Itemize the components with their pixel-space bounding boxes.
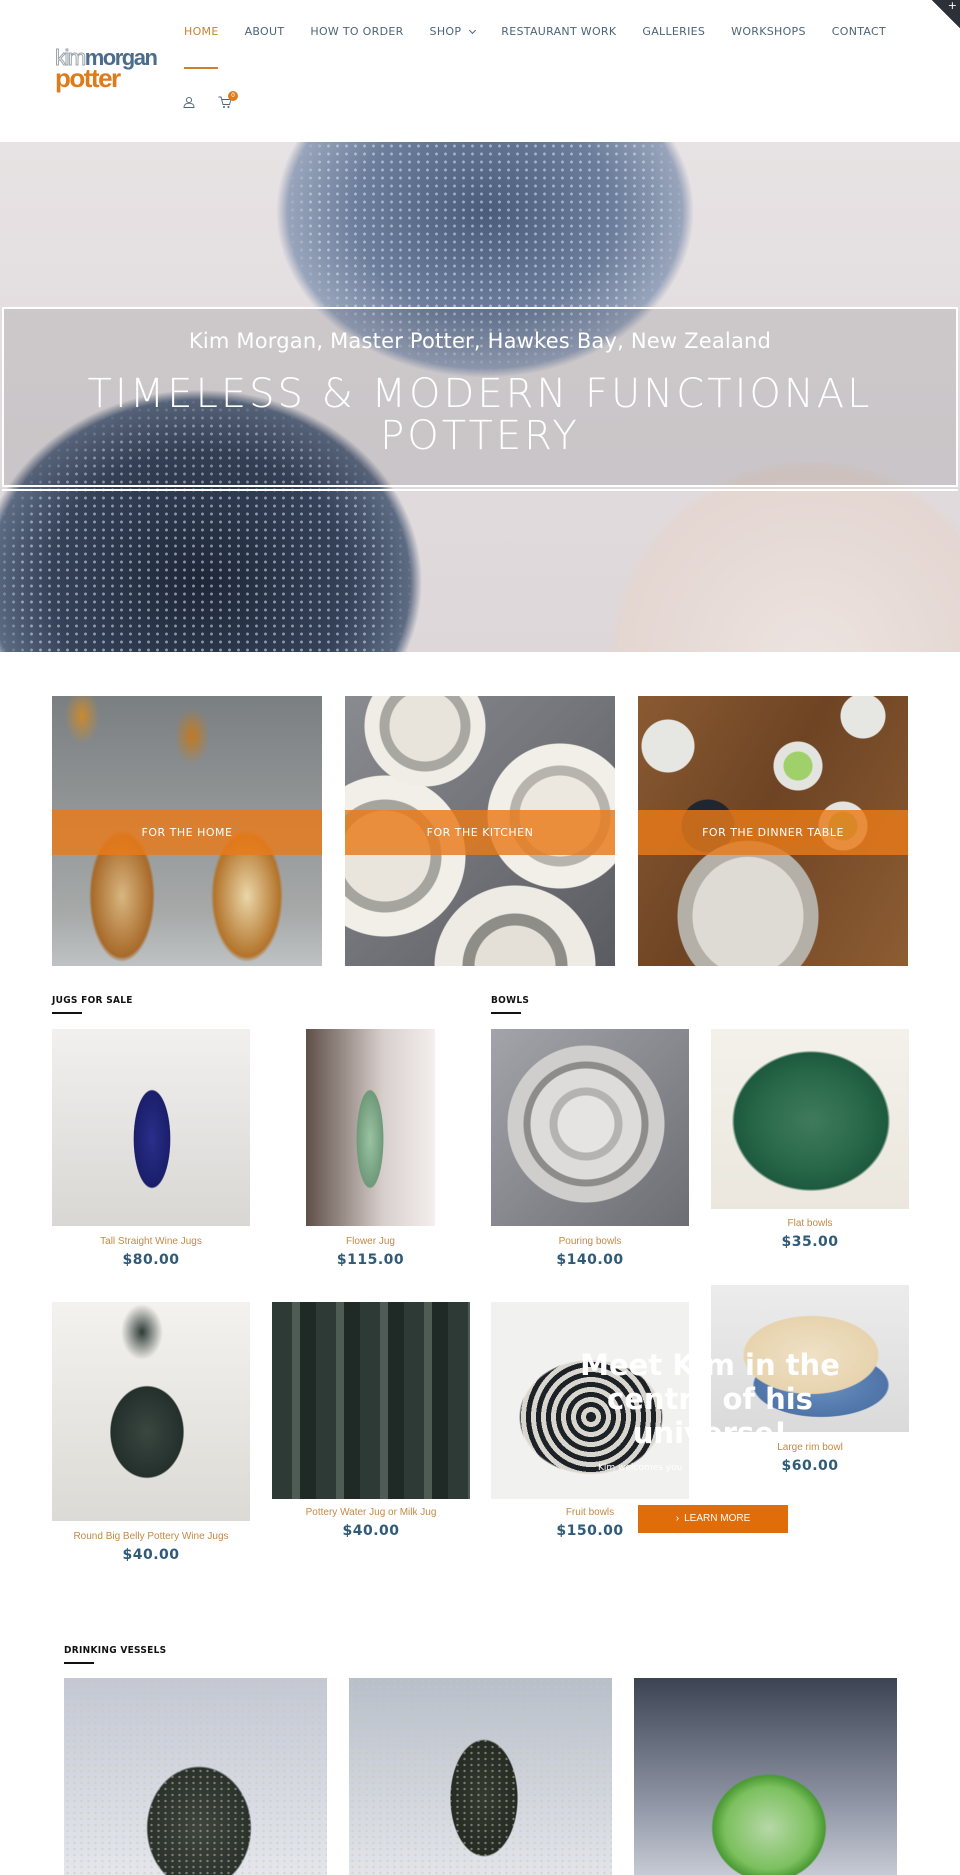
- product-price: $40.00: [122, 1547, 180, 1563]
- site-logo[interactable]: kimmorgan potter: [55, 46, 175, 93]
- nav-galleries[interactable]: GALLERIES: [642, 25, 705, 38]
- drinking-vessels-heading: DRINKING VESSELS: [64, 1645, 167, 1664]
- product-card[interactable]: Round Big Belly Pottery Wine Jugs $40.00: [52, 1302, 250, 1567]
- jugs-section-heading: JUGS FOR SALE: [52, 995, 133, 1014]
- hero-banner: Kim Morgan, Master Potter, Hawkes Bay, N…: [0, 142, 960, 652]
- promo-subtitle: Kim welcomes you: [598, 1463, 683, 1473]
- product-price: $140.00: [556, 1252, 624, 1268]
- product-card[interactable]: Pouring bowls $140.00: [491, 1029, 689, 1269]
- product-price: $115.00: [336, 1252, 405, 1268]
- active-nav-underline: [184, 67, 218, 69]
- product-card[interactable]: Tall Straight Wine Jugs $80.00: [52, 1029, 250, 1269]
- category-for-the-kitchen[interactable]: FOR THE KITCHEN: [345, 696, 615, 966]
- plus-icon: +: [947, 0, 957, 12]
- product-name[interactable]: Pouring bowls: [491, 1236, 689, 1247]
- nav-how-to-order[interactable]: HOW TO ORDER: [310, 25, 403, 38]
- product-name[interactable]: Flower Jug: [306, 1236, 435, 1247]
- chevron-right-icon: ›: [675, 1513, 680, 1524]
- product-image[interactable]: [306, 1029, 435, 1226]
- nav-workshops[interactable]: WORKSHOPS: [731, 25, 806, 38]
- promo-title: Meet Kim in the centre of his universe!: [580, 1348, 840, 1444]
- cart-count-badge: 0: [228, 91, 238, 101]
- product-name[interactable]: Round Big Belly Pottery Wine Jugs: [52, 1531, 250, 1542]
- product-price: $35.00: [781, 1234, 839, 1250]
- product-image[interactable]: [491, 1029, 689, 1226]
- product-card[interactable]: Flower Jug $115.00: [306, 1029, 435, 1269]
- product-price: $60.00: [781, 1458, 839, 1474]
- product-image[interactable]: [64, 1678, 327, 1875]
- nav-shop[interactable]: SHOP: [429, 25, 477, 38]
- nav-contact[interactable]: CONTACT: [832, 25, 886, 38]
- learn-more-button[interactable]: › LEARN MORE: [638, 1505, 788, 1533]
- product-price: $40.00: [342, 1523, 400, 1539]
- hero-subtitle: Kim Morgan, Master Potter, Hawkes Bay, N…: [188, 329, 772, 353]
- main-nav: HOME ABOUT HOW TO ORDER SHOP RESTAURANT …: [184, 25, 912, 38]
- learn-more-label: LEARN MORE: [684, 1513, 751, 1524]
- product-card[interactable]: Flat bowls $35.00: [711, 1029, 909, 1251]
- site-header: kimmorgan potter HOME ABOUT HOW TO ORDER…: [0, 0, 960, 142]
- category-for-the-dinner-table[interactable]: FOR THE DINNER TABLE: [638, 696, 908, 966]
- user-icon[interactable]: [183, 96, 195, 108]
- product-image[interactable]: [349, 1678, 612, 1875]
- nav-shop-label: SHOP: [429, 25, 462, 38]
- hero-title: TIMELESS & MODERN FUNCTIONAL POTTERY: [87, 371, 873, 459]
- product-name[interactable]: Flat bowls: [711, 1218, 909, 1229]
- product-image[interactable]: [634, 1678, 897, 1875]
- category-for-the-home[interactable]: FOR THE HOME: [52, 696, 322, 966]
- category-label: FOR THE HOME: [52, 810, 322, 855]
- product-image[interactable]: [52, 1029, 250, 1226]
- corner-toggle[interactable]: +: [932, 0, 960, 28]
- nav-restaurant-work[interactable]: RESTAURANT WORK: [501, 25, 616, 38]
- product-image[interactable]: [711, 1029, 909, 1209]
- chevron-down-icon: [469, 26, 477, 34]
- nav-home[interactable]: HOME: [184, 25, 219, 38]
- product-name[interactable]: Pottery Water Jug or Milk Jug: [272, 1507, 470, 1518]
- product-image[interactable]: [52, 1302, 250, 1521]
- category-label: FOR THE KITCHEN: [345, 810, 615, 855]
- category-label: FOR THE DINNER TABLE: [638, 810, 908, 855]
- nav-about[interactable]: ABOUT: [245, 25, 285, 38]
- product-price: $80.00: [122, 1252, 180, 1268]
- product-image[interactable]: [272, 1302, 470, 1499]
- product-name[interactable]: Tall Straight Wine Jugs: [52, 1236, 250, 1247]
- hero-caption-box: Kim Morgan, Master Potter, Hawkes Bay, N…: [2, 307, 958, 491]
- bowls-section-heading: BOWLS: [491, 995, 530, 1014]
- product-card[interactable]: Pottery Water Jug or Milk Jug $40.00: [272, 1302, 470, 1542]
- logo-potter: potter: [55, 63, 121, 93]
